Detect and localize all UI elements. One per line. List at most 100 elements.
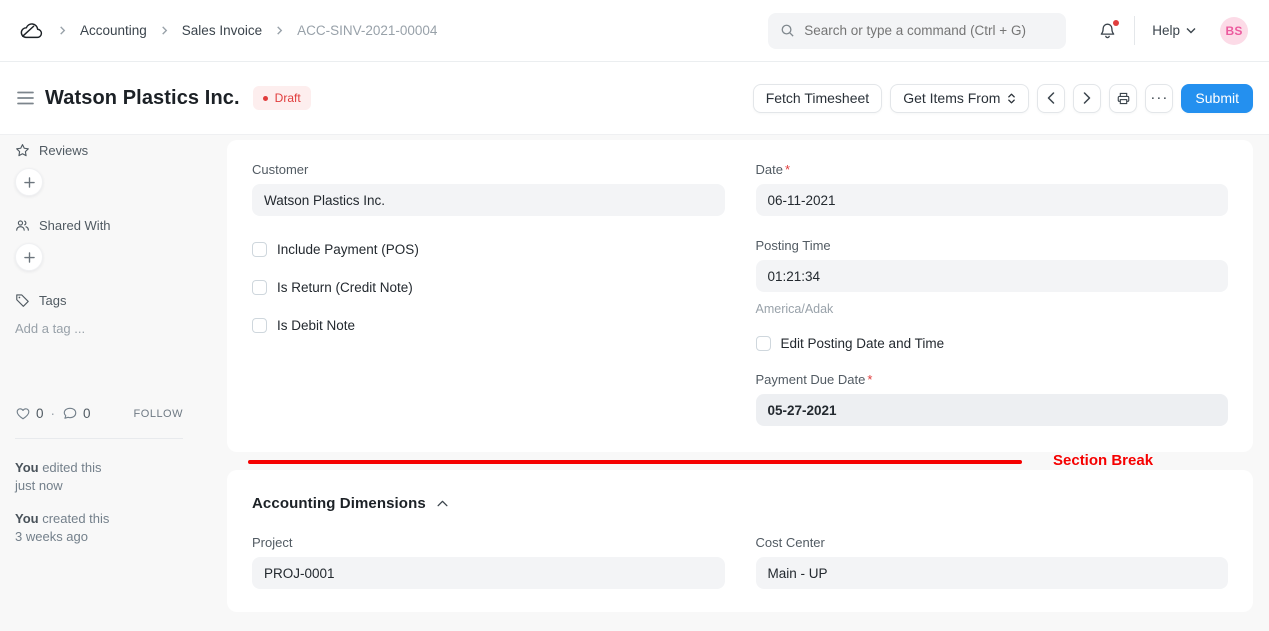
breadcrumb-sales-invoice[interactable]: Sales Invoice <box>182 23 262 38</box>
chevron-right-icon <box>275 26 284 35</box>
top-navbar: Accounting Sales Invoice ACC-SINV-2021-0… <box>0 0 1269 62</box>
get-items-from-button[interactable]: Get Items From <box>890 84 1029 113</box>
social-row: 0 · 0 FOLLOW <box>15 406 183 421</box>
status-badge: Draft <box>253 86 311 110</box>
shared-with-label: Shared With <box>39 218 111 233</box>
required-asterisk: * <box>867 372 872 387</box>
activity-created: You created this 3 weeks ago <box>15 510 183 546</box>
checkbox-icon <box>252 318 267 333</box>
posting-time-input[interactable]: 01:21:34 <box>756 260 1229 292</box>
customer-input[interactable]: Watson Plastics Inc. <box>252 184 725 216</box>
search-input[interactable] <box>804 23 1054 38</box>
activity-time: 3 weeks ago <box>15 529 88 544</box>
breadcrumb-accounting[interactable]: Accounting <box>80 23 147 38</box>
notification-dot <box>1113 20 1119 26</box>
heart-icon[interactable] <box>15 406 31 421</box>
posting-time-field: Posting Time 01:21:34 America/Adak <box>756 238 1229 316</box>
sort-icon <box>1007 92 1016 105</box>
checkbox-label: Include Payment (POS) <box>277 242 419 257</box>
is-return-checkbox[interactable]: Is Return (Credit Note) <box>252 280 725 295</box>
breadcrumb-invoice-id[interactable]: ACC-SINV-2021-00004 <box>297 23 437 38</box>
project-field: Project PROJ-0001 <box>252 535 725 589</box>
follow-button[interactable]: FOLLOW <box>134 408 183 420</box>
printer-icon <box>1116 91 1131 106</box>
activity-action: edited this <box>39 460 102 475</box>
date-input[interactable]: 06-11-2021 <box>756 184 1229 216</box>
menu-icon[interactable] <box>17 91 34 105</box>
chevron-right-icon <box>58 26 67 35</box>
date-label: Date* <box>756 162 1229 177</box>
status-label: Draft <box>275 91 301 105</box>
checkbox-label: Is Return (Credit Note) <box>277 280 413 295</box>
tag-icon <box>15 293 30 308</box>
dot-separator: · <box>51 406 56 421</box>
section-title: Accounting Dimensions <box>252 495 426 512</box>
fetch-timesheet-button[interactable]: Fetch Timesheet <box>753 84 883 113</box>
likes-count: 0 <box>36 406 44 421</box>
section-break-label: Section Break <box>1053 452 1153 469</box>
payment-due-date-label: Payment Due Date* <box>756 372 1229 387</box>
cost-center-field: Cost Center Main - UP <box>756 535 1229 589</box>
divider <box>1134 16 1135 45</box>
cost-center-input[interactable]: Main - UP <box>756 557 1229 589</box>
users-icon <box>15 218 30 233</box>
breadcrumb: Accounting Sales Invoice ACC-SINV-2021-0… <box>58 23 437 38</box>
is-debit-note-checkbox[interactable]: Is Debit Note <box>252 318 725 333</box>
payment-due-date-field: Payment Due Date* 05-27-2021 <box>756 372 1229 426</box>
activity-action: created this <box>39 511 110 526</box>
posting-time-label: Posting Time <box>756 238 1229 253</box>
comment-icon[interactable] <box>62 406 78 421</box>
checkbox-icon <box>756 336 771 351</box>
divider <box>15 438 183 439</box>
checkbox-icon <box>252 280 267 295</box>
project-label: Project <box>252 535 725 550</box>
edit-posting-checkbox[interactable]: Edit Posting Date and Time <box>756 336 1229 351</box>
activity-edited: You edited this just now <box>15 459 183 495</box>
chevron-right-icon <box>1083 92 1091 104</box>
tags-label: Tags <box>39 293 66 308</box>
include-payment-checkbox[interactable]: Include Payment (POS) <box>252 242 725 257</box>
checkbox-icon <box>252 242 267 257</box>
section-break-line <box>248 460 1022 464</box>
add-review-button[interactable] <box>15 168 43 196</box>
more-options-button[interactable]: ··· <box>1145 84 1173 113</box>
frappe-cloud-logo-icon[interactable] <box>18 19 48 43</box>
help-label: Help <box>1152 23 1180 38</box>
status-dot-icon <box>263 96 268 101</box>
payment-due-date-input[interactable]: 05-27-2021 <box>756 394 1229 426</box>
star-icon <box>15 143 30 158</box>
activity-actor: You <box>15 511 39 526</box>
chevron-right-icon <box>160 26 169 35</box>
submit-button[interactable]: Submit <box>1181 84 1253 113</box>
reviews-section-title: Reviews <box>15 143 183 158</box>
invoice-details-section: Customer Watson Plastics Inc. Include Pa… <box>227 140 1253 452</box>
print-button[interactable] <box>1109 84 1137 113</box>
activity-time: just now <box>15 478 63 493</box>
checkbox-label: Edit Posting Date and Time <box>781 336 945 351</box>
notifications-bell-icon[interactable] <box>1098 21 1117 41</box>
get-items-from-label: Get Items From <box>903 90 1000 106</box>
page-title: Watson Plastics Inc. <box>45 87 240 110</box>
tags-section-title: Tags <box>15 293 183 308</box>
annotation-overlay: Section Break <box>227 452 1253 470</box>
global-search[interactable] <box>768 13 1066 49</box>
comments-count: 0 <box>83 406 91 421</box>
help-menu[interactable]: Help <box>1152 23 1196 38</box>
add-share-button[interactable] <box>15 243 43 271</box>
cost-center-label: Cost Center <box>756 535 1229 550</box>
required-asterisk: * <box>785 162 790 177</box>
date-field: Date* 06-11-2021 <box>756 162 1229 216</box>
checkbox-label: Is Debit Note <box>277 318 355 333</box>
next-document-button[interactable] <box>1073 84 1101 113</box>
add-tag-input[interactable]: Add a tag ... <box>15 321 183 336</box>
accounting-dimensions-section: Accounting Dimensions Project PROJ-0001 … <box>227 470 1253 612</box>
customer-label: Customer <box>252 162 725 177</box>
accounting-dimensions-toggle[interactable]: Accounting Dimensions <box>252 495 1228 512</box>
timezone-text: America/Adak <box>756 302 1229 316</box>
project-input[interactable]: PROJ-0001 <box>252 557 725 589</box>
ellipsis-icon: ··· <box>1150 93 1168 103</box>
document-sidebar: Reviews Shared With Tags Add a tag ... 0… <box>0 135 227 631</box>
page-header: Watson Plastics Inc. Draft Fetch Timeshe… <box>0 62 1269 135</box>
previous-document-button[interactable] <box>1037 84 1065 113</box>
user-avatar[interactable]: BS <box>1220 17 1248 45</box>
